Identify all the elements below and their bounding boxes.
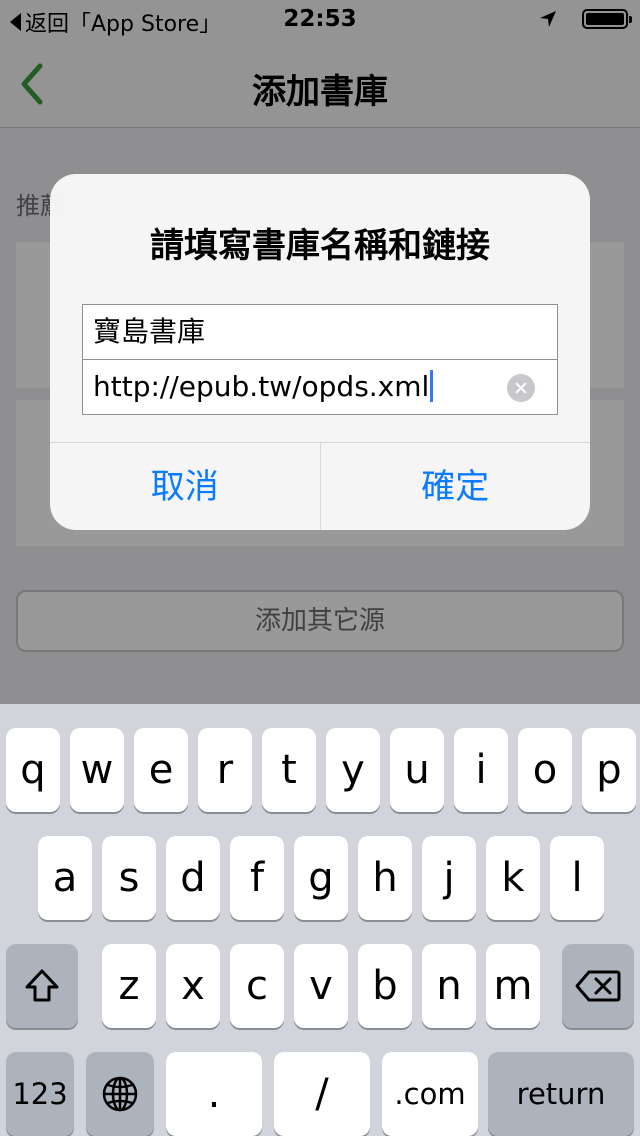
key-z[interactable]: z — [102, 944, 156, 1028]
keyboard: q w e r t y u i o p a s d f g h j k l z … — [0, 704, 640, 1136]
key-w[interactable]: w — [70, 728, 124, 812]
key-v[interactable]: v — [294, 944, 348, 1028]
key-p[interactable]: p — [582, 728, 636, 812]
backspace-icon — [575, 970, 621, 1002]
numbers-key[interactable]: 123 — [6, 1052, 74, 1136]
key-f[interactable]: f — [230, 836, 284, 920]
text-cursor — [430, 370, 434, 402]
key-c[interactable]: c — [230, 944, 284, 1028]
dialog-buttons: 取消 確定 — [50, 442, 590, 530]
key-l[interactable]: l — [550, 836, 604, 920]
key-a[interactable]: a — [38, 836, 92, 920]
add-library-dialog: 請填寫書庫名稱和鏈接 寶島書庫 http://epub.tw/opds.xml … — [50, 174, 590, 530]
key-j[interactable]: j — [422, 836, 476, 920]
key-y[interactable]: y — [326, 728, 380, 812]
key-x[interactable]: x — [166, 944, 220, 1028]
key-k[interactable]: k — [486, 836, 540, 920]
globe-icon — [102, 1076, 138, 1112]
key-b[interactable]: b — [358, 944, 412, 1028]
key-n[interactable]: n — [422, 944, 476, 1028]
library-url-value: http://epub.tw/opds.xml — [93, 370, 430, 403]
library-name-value: 寶島書庫 — [93, 315, 206, 348]
key-t[interactable]: t — [262, 728, 316, 812]
key-s[interactable]: s — [102, 836, 156, 920]
confirm-button[interactable]: 確定 — [319, 443, 591, 530]
key-o[interactable]: o — [518, 728, 572, 812]
key-u[interactable]: u — [390, 728, 444, 812]
library-url-field[interactable]: http://epub.tw/opds.xml — [82, 359, 558, 415]
slash-key[interactable]: / — [274, 1052, 370, 1136]
globe-key[interactable] — [86, 1052, 154, 1136]
period-key[interactable]: . — [166, 1052, 262, 1136]
shift-arrow-icon — [25, 969, 59, 1002]
library-name-field[interactable]: 寶島書庫 — [82, 304, 558, 360]
key-h[interactable]: h — [358, 836, 412, 920]
clear-text-icon[interactable] — [507, 374, 535, 402]
key-m[interactable]: m — [486, 944, 540, 1028]
key-i[interactable]: i — [454, 728, 508, 812]
key-q[interactable]: q — [6, 728, 60, 812]
shift-key[interactable] — [6, 944, 78, 1028]
dotcom-key[interactable]: .com — [382, 1052, 478, 1136]
key-d[interactable]: d — [166, 836, 220, 920]
return-key[interactable]: return — [488, 1052, 634, 1136]
key-r[interactable]: r — [198, 728, 252, 812]
key-g[interactable]: g — [294, 836, 348, 920]
delete-key[interactable] — [562, 944, 634, 1028]
dialog-title: 請填寫書庫名稱和鏈接 — [150, 226, 490, 266]
cancel-button[interactable]: 取消 — [50, 443, 320, 530]
key-e[interactable]: e — [134, 728, 188, 812]
